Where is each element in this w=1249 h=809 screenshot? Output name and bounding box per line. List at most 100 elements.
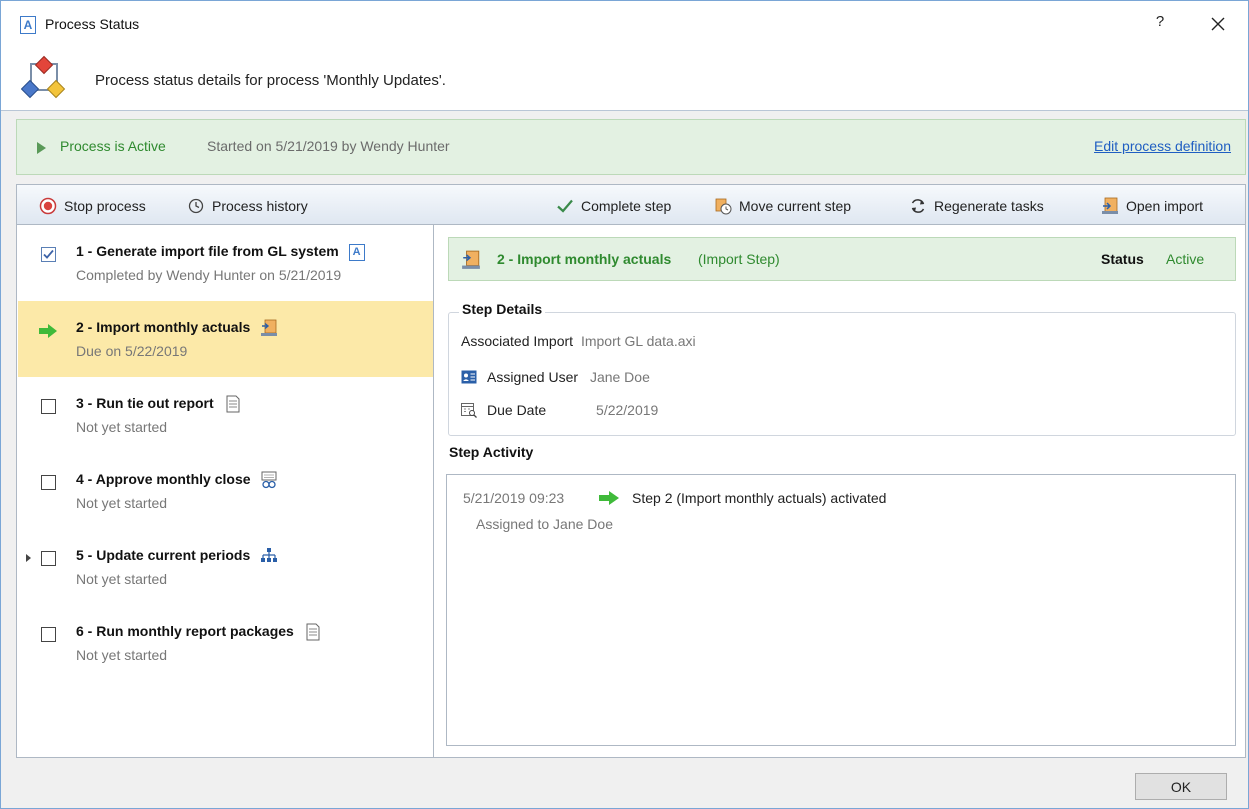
step-header-title: 2 - Import monthly actuals xyxy=(497,251,672,267)
header-band: Process status details for process 'Mont… xyxy=(1,49,1248,111)
step-title-text: 3 - Run tie out report xyxy=(76,395,214,411)
process-icon xyxy=(21,55,66,99)
step-title: 2 - Import monthly actuals xyxy=(76,319,278,337)
activity-message: Step 2 (Import monthly actuals) activate… xyxy=(632,490,887,506)
step-item-5[interactable]: 5 - Update current periods Not yet start… xyxy=(18,529,433,605)
axiom-file-icon: A xyxy=(348,243,365,261)
stop-icon xyxy=(39,197,57,215)
window-title: Process Status xyxy=(45,16,140,32)
ok-button[interactable]: OK xyxy=(1135,773,1227,800)
due-date-label: Due Date xyxy=(487,402,547,418)
report-icon xyxy=(306,623,320,641)
edit-process-definition-link[interactable]: Edit process definition xyxy=(1094,138,1231,154)
step-title-text: 6 - Run monthly report packages xyxy=(76,623,294,639)
step-item-2[interactable]: 2 - Import monthly actuals Due on 5/22/2… xyxy=(18,301,433,377)
step-title-text: 5 - Update current periods xyxy=(76,547,251,563)
step-title: 4 - Approve monthly close xyxy=(76,471,278,489)
app-logo-icon: A xyxy=(20,16,36,34)
stop-process-label: Stop process xyxy=(64,198,146,214)
regenerate-tasks-label: Regenerate tasks xyxy=(934,198,1044,214)
step-item-4[interactable]: 4 - Approve monthly close Not yet starte… xyxy=(18,453,433,529)
move-current-step-label: Move current step xyxy=(739,198,852,214)
close-icon xyxy=(1211,17,1225,31)
report-icon xyxy=(226,395,240,413)
step-item-1[interactable]: 1 - Generate import file from GL system … xyxy=(18,225,433,301)
regenerate-tasks-button[interactable]: Regenerate tasks xyxy=(909,195,1044,217)
step-header-type: (Import Step) xyxy=(698,251,780,267)
activity-detail: Assigned to Jane Doe xyxy=(476,516,613,532)
clock-icon xyxy=(188,198,204,214)
play-icon xyxy=(37,142,46,154)
process-started-info: Started on 5/21/2019 by Wendy Hunter xyxy=(207,138,450,154)
main-panel: Stop process Process history Complete st… xyxy=(16,184,1246,758)
step-activity-label: Step Activity xyxy=(449,444,534,460)
step-title-text: 4 - Approve monthly close xyxy=(76,471,251,487)
checkmark-icon xyxy=(557,199,573,213)
due-date-value: 5/22/2019 xyxy=(596,402,659,418)
refresh-icon xyxy=(911,199,925,213)
step-checkbox xyxy=(41,627,56,642)
step-subtitle: Not yet started xyxy=(76,419,168,435)
assigned-user-label: Assigned User xyxy=(487,369,579,385)
associated-import-row: Associated Import Import GL data.axi xyxy=(461,333,696,349)
due-date-row: Due Date 5/22/2019 xyxy=(487,402,658,418)
title-bar: A Process Status ? xyxy=(1,1,1248,49)
step-title-text: 1 - Generate import file from GL system xyxy=(76,243,339,259)
assigned-user-row: Assigned User Jane Doe xyxy=(487,369,650,385)
step-subtitle: Not yet started xyxy=(76,495,168,511)
open-import-label: Open import xyxy=(1126,198,1204,214)
step-subtitle: Completed by Wendy Hunter on 5/21/2019 xyxy=(76,267,342,283)
step-subtitle: Not yet started xyxy=(76,647,168,663)
close-button[interactable] xyxy=(1205,11,1231,37)
approval-icon xyxy=(261,471,277,489)
expand-arrow-icon[interactable] xyxy=(26,554,31,562)
process-history-button[interactable]: Process history xyxy=(187,195,308,217)
hierarchy-icon xyxy=(261,548,278,563)
calendar-search-icon xyxy=(461,403,477,418)
move-step-icon xyxy=(715,198,732,215)
step-checkbox xyxy=(41,399,56,414)
open-import-button[interactable]: Open import xyxy=(1101,195,1203,217)
process-state: Process is Active xyxy=(60,138,166,154)
step-status-value: Active xyxy=(1166,251,1205,267)
import-icon xyxy=(261,319,278,337)
step-title: 3 - Run tie out report xyxy=(76,395,242,413)
activity-timestamp: 5/21/2019 09:23 xyxy=(463,490,565,506)
process-history-label: Process history xyxy=(212,198,308,214)
step-detail-pane: 2 - Import monthly actuals (Import Step)… xyxy=(435,225,1245,757)
process-status-bar: Process is Active Started on 5/21/2019 b… xyxy=(16,119,1246,175)
toolbar: Stop process Process history Complete st… xyxy=(17,185,1245,225)
process-description: Process status details for process 'Mont… xyxy=(95,72,446,89)
step-completed-checkbox xyxy=(41,247,56,262)
import-icon xyxy=(462,250,480,269)
activated-arrow-icon xyxy=(599,491,619,505)
step-status-label: Status xyxy=(1101,251,1144,267)
step-subtitle: Due on 5/22/2019 xyxy=(76,343,188,359)
step-item-6[interactable]: 6 - Run monthly report packages Not yet … xyxy=(18,605,433,681)
step-title: 1 - Generate import file from GL system … xyxy=(76,243,365,261)
step-subtitle: Not yet started xyxy=(76,571,168,587)
checkmark-icon xyxy=(43,249,54,259)
step-title: 5 - Update current periods xyxy=(76,547,278,565)
current-step-arrow-icon xyxy=(39,324,57,338)
step-title: 6 - Run monthly report packages xyxy=(76,623,322,641)
step-header: 2 - Import monthly actuals (Import Step)… xyxy=(448,237,1236,281)
process-status-dialog: A Process Status ? Process status detail… xyxy=(0,0,1249,809)
step-activity-log[interactable]: 5/21/2019 09:23 Step 2 (Import monthly a… xyxy=(446,474,1236,746)
complete-step-label: Complete step xyxy=(581,198,672,214)
user-card-icon xyxy=(461,370,477,384)
associated-import-label: Associated Import xyxy=(461,333,574,349)
step-list: 1 - Generate import file from GL system … xyxy=(17,225,434,757)
step-item-3[interactable]: 3 - Run tie out report Not yet started xyxy=(18,377,433,453)
move-current-step-button[interactable]: Move current step xyxy=(714,195,851,217)
stop-process-button[interactable]: Stop process xyxy=(39,195,146,217)
associated-import-value: Import GL data.axi xyxy=(580,333,696,349)
assigned-user-value: Jane Doe xyxy=(589,369,650,385)
complete-step-button[interactable]: Complete step xyxy=(556,195,671,217)
import-icon xyxy=(1102,197,1118,214)
help-button[interactable]: ? xyxy=(1149,13,1171,37)
step-checkbox xyxy=(41,551,56,566)
step-checkbox xyxy=(41,475,56,490)
step-details-legend: Step Details xyxy=(459,301,546,317)
step-title-text: 2 - Import monthly actuals xyxy=(76,319,251,335)
